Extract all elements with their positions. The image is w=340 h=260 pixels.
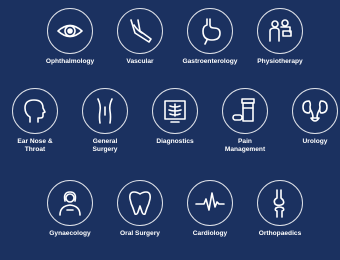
heartbeat-icon [195,192,225,211]
icon-circle [292,88,338,134]
specialty-label: Orthopaedics [258,230,302,237]
icon-circle [47,8,93,54]
x-ray-screen-icon [164,100,186,123]
icon-circle [12,88,58,134]
kidneys-icon [302,100,328,122]
specialty-ear-nose-throat[interactable]: Ear Nose & Throat [0,88,75,168]
specialty-gynaecology[interactable]: Gynaecology [30,180,110,260]
specialty-general-surgery[interactable]: General Surgery [65,88,145,168]
specialty-urology[interactable]: Urology [275,88,340,168]
specialty-label: Physiotherapy [257,58,303,65]
icon-circle [152,88,198,134]
stomach-icon [202,18,221,45]
specialty-diagnostics[interactable]: Diagnostics [135,88,215,168]
icon-circle [222,88,268,134]
icon-circle [117,180,163,226]
female-icon [59,191,81,216]
specialty-physiotherapy[interactable]: Physiotherapy [240,8,320,88]
icon-circle [257,180,303,226]
icon-circle [187,8,233,54]
specialty-vascular[interactable]: Vascular [100,8,180,88]
bone-joint-icon [273,189,285,218]
specialty-ophthalmology[interactable]: Ophthalmology [30,8,110,88]
icon-circle [117,8,163,54]
specialty-pain-management[interactable]: Pain Management [205,88,285,168]
specialty-orthopaedics[interactable]: Orthopaedics [240,180,320,260]
eye-icon [57,24,83,38]
specialties-grid: Ophthalmology Vascular Gastroenterology [0,0,340,258]
specialty-cardiology[interactable]: Cardiology [170,180,250,260]
specialty-oral-surgery[interactable]: Oral Surgery [100,180,180,260]
specialty-label: Urology [302,138,328,145]
icon-circle [47,180,93,226]
physiotherapy-icon [269,19,292,42]
head-profile-icon [24,99,46,123]
pill-bottle-icon [232,98,255,122]
tooth-icon [129,191,151,216]
vascular-leg-icon [130,19,152,43]
icon-circle [187,180,233,226]
torso-icon [97,98,113,124]
icon-circle [257,8,303,54]
icon-circle [82,88,128,134]
specialty-gastroenterology[interactable]: Gastroenterology [170,8,250,88]
